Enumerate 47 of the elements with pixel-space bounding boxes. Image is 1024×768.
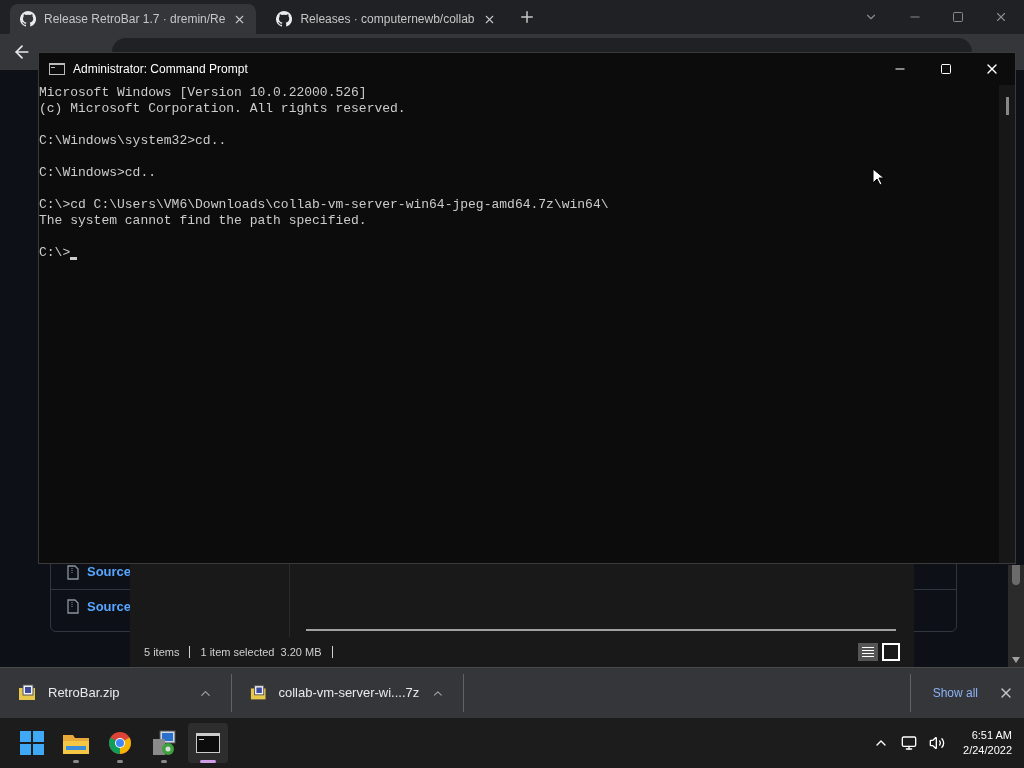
volume-icon[interactable] xyxy=(929,735,946,751)
console-line: (c) Microsoft Corporation. All rights reserved. xyxy=(39,101,406,117)
archive-icon xyxy=(18,684,36,702)
console-line: C:\>cd C:\Users\VM6\Downloads\collab-vm-server-win64-jpeg-amd64.7z\win64\ xyxy=(39,197,609,213)
tab-title: Releases · computernewb/collab xyxy=(300,11,475,28)
console-line: The system cannot find the path specified. xyxy=(39,213,367,229)
scroll-down-icon[interactable] xyxy=(1012,657,1020,663)
console-icon xyxy=(49,63,65,75)
browser-tab[interactable]: Release RetroBar 1.7 · dremin/Re xyxy=(10,4,257,34)
preview-view-icon[interactable] xyxy=(882,643,900,661)
zip-file-icon xyxy=(67,599,79,614)
terminal-icon xyxy=(196,733,220,753)
restore-icon[interactable] xyxy=(952,11,964,23)
item-count: 5 items xyxy=(144,644,180,660)
mouse-pointer-icon xyxy=(872,168,884,186)
console-line: Microsoft Windows [Version 10.0.22000.526] xyxy=(39,85,367,101)
clock-time[interactable]: 6:51 AM xyxy=(971,728,1012,743)
console-line: C:\Windows>cd.. xyxy=(39,165,157,181)
chrome-icon xyxy=(108,731,132,755)
windows-logo-icon xyxy=(20,731,44,755)
taskbar-button[interactable] xyxy=(188,723,228,763)
scrollbar-thumb[interactable] xyxy=(1012,565,1020,585)
network-icon[interactable] xyxy=(901,735,918,751)
github-icon xyxy=(276,11,293,27)
browser-tab[interactable]: Releases · computernewb/collab xyxy=(266,4,506,34)
details-view-icon[interactable] xyxy=(858,643,878,661)
source-link[interactable]: Source xyxy=(87,596,132,617)
tab-title: Release RetroBar 1.7 · dremin/Re xyxy=(44,11,226,28)
file-name: collab-vm-server-wi....7z xyxy=(278,684,420,703)
maximize-icon xyxy=(940,63,952,75)
selection-info: 1 item selected 3.20 MB xyxy=(200,644,322,660)
download-item[interactable]: RetroBar.zip xyxy=(0,674,232,712)
github-icon xyxy=(20,11,36,27)
clock-date[interactable]: 2/24/2022 xyxy=(963,743,1012,758)
close-icon[interactable] xyxy=(994,10,1008,24)
download-item[interactable]: collab-vm-server-wi....7z xyxy=(232,674,464,712)
console-line: C:\Windows\system32>cd.. xyxy=(39,133,227,149)
file-name: RetroBar.zip xyxy=(48,684,121,703)
source-link[interactable]: Source xyxy=(87,562,132,582)
console-line: C:\> xyxy=(39,245,71,261)
show-all-link[interactable]: Show all xyxy=(932,684,978,702)
text-cursor xyxy=(70,257,78,260)
zip-file-icon xyxy=(67,564,79,580)
folder-icon xyxy=(63,732,89,754)
archive-icon xyxy=(250,684,267,702)
installer-icon xyxy=(151,730,177,756)
window-title: Administrator: Command Prompt xyxy=(73,61,248,78)
